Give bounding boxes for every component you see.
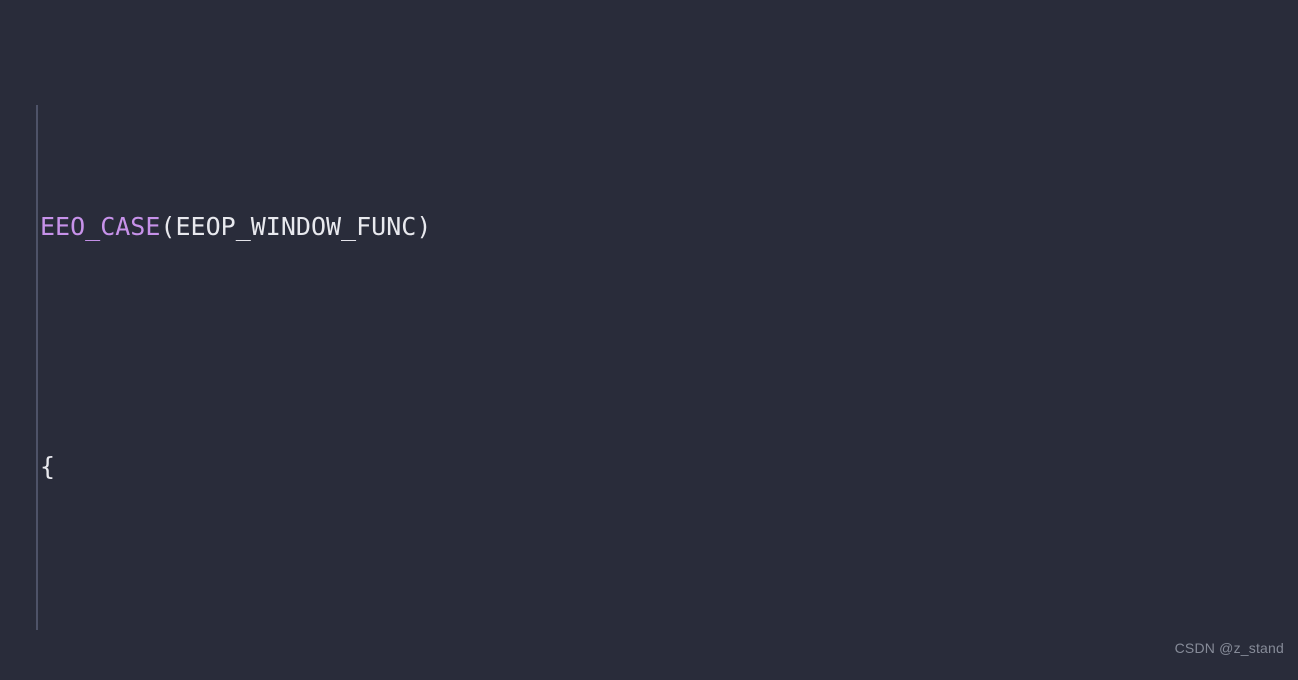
brace-open: { xyxy=(40,452,56,481)
macro-argument-token: EEOP_WINDOW_FUNC xyxy=(175,212,417,241)
code-content[interactable]: EEO_CASE(EEOP_WINDOW_FUNC) { /* * Like A… xyxy=(0,11,1298,680)
code-editor[interactable]: EEO_CASE(EEOP_WINDOW_FUNC) { /* * Like A… xyxy=(0,0,1298,680)
paren-open: ( xyxy=(160,212,176,241)
code-line-1[interactable]: EEO_CASE(EEOP_WINDOW_FUNC) xyxy=(0,203,1298,251)
macro-token-eeo-case: EEO_CASE xyxy=(40,212,161,241)
paren-close: ) xyxy=(416,212,432,241)
code-line-2[interactable]: { xyxy=(0,443,1298,491)
watermark: CSDN @z_stand xyxy=(1174,640,1284,656)
